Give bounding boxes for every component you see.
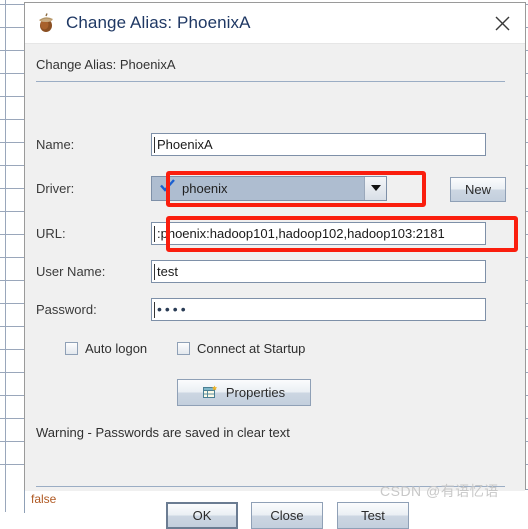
- connect-at-startup-label: Connect at Startup: [197, 341, 306, 356]
- text-caret: [154, 301, 155, 318]
- properties-button-label: Properties: [225, 385, 286, 400]
- text-caret: [154, 225, 155, 242]
- table-properties-icon: [202, 385, 218, 400]
- password-input-value: ••••: [157, 301, 189, 317]
- auto-logon-label: Auto logon: [85, 341, 148, 356]
- text-caret: [154, 263, 155, 280]
- username-label: User Name:: [36, 263, 106, 279]
- form-row-driver: Driver: phoenix: [36, 175, 506, 201]
- new-driver-button[interactable]: New: [450, 177, 506, 202]
- driver-label: Driver:: [36, 180, 75, 196]
- name-input-value: PhoenixA: [157, 136, 213, 152]
- checkbox-icon[interactable]: [177, 342, 190, 355]
- driver-selected-value: phoenix: [182, 180, 228, 196]
- heading-separator: [36, 81, 505, 82]
- password-label: Password:: [36, 301, 97, 317]
- close-button[interactable]: Close: [251, 502, 323, 529]
- form-row-password: Password: ••••: [36, 297, 506, 321]
- url-input[interactable]: :phoenix:hadoop101,hadoop102,hadoop103:2…: [151, 221, 486, 245]
- dialog-titlebar: Change Alias: PhoenixA: [25, 3, 525, 44]
- form-row-url: URL: :phoenix:hadoop101,hadoop102,hadoop…: [36, 221, 506, 245]
- change-alias-dialog: Change Alias: PhoenixA Change Alias: Pho…: [24, 2, 526, 529]
- chevron-down-icon[interactable]: [364, 176, 386, 200]
- ok-button[interactable]: OK: [166, 502, 238, 529]
- auto-logon-checkbox-row[interactable]: Auto logon: [65, 341, 147, 356]
- properties-button[interactable]: Properties: [177, 379, 311, 406]
- username-input-value: test: [157, 263, 178, 279]
- password-warning-text: Warning - Passwords are saved in clear t…: [36, 425, 290, 440]
- url-input-value: :phoenix:hadoop101,hadoop102,hadoop103:2…: [157, 225, 445, 241]
- checkbox-icon[interactable]: [65, 342, 78, 355]
- test-button[interactable]: Test: [337, 502, 409, 529]
- checkmark-icon: [160, 179, 175, 197]
- acorn-icon: [35, 12, 57, 34]
- connect-at-startup-checkbox-row[interactable]: Connect at Startup: [177, 341, 305, 356]
- password-input[interactable]: ••••: [151, 297, 486, 321]
- dialog-title: Change Alias: PhoenixA: [66, 13, 251, 32]
- name-input[interactable]: PhoenixA: [151, 132, 486, 156]
- close-icon[interactable]: [479, 3, 525, 43]
- dialog-body: Change Alias: PhoenixA Name: PhoenixA Dr…: [25, 44, 525, 529]
- username-input[interactable]: test: [151, 259, 486, 283]
- form-row-name: Name: PhoenixA: [36, 132, 506, 156]
- form-row-username: User Name: test: [36, 259, 506, 283]
- driver-dropdown[interactable]: phoenix: [151, 175, 387, 201]
- name-label: Name:: [36, 136, 75, 152]
- csdn-watermark: CSDN @有语忆语: [380, 483, 499, 499]
- background-cell-value: false: [31, 492, 57, 506]
- url-label: URL:: [36, 225, 66, 241]
- text-caret: [154, 136, 155, 153]
- dialog-heading: Change Alias: PhoenixA: [36, 57, 176, 72]
